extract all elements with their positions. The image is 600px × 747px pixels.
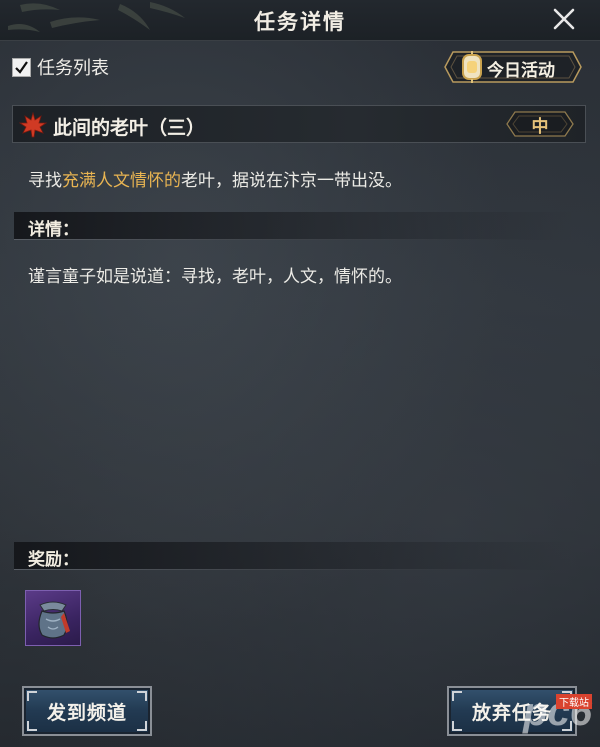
divider	[14, 569, 534, 570]
close-button[interactable]	[550, 5, 578, 33]
details-section-header: 详情：	[14, 212, 574, 240]
description-text: 寻找	[28, 171, 62, 191]
quest-name: 此间的老叶（三）	[53, 117, 206, 139]
close-icon	[553, 8, 575, 30]
quest-detail-panel: 任务详情 任务列表 今日活动 此间的老叶（三） 中 寻找充满人文情怀的老叶，据说…	[0, 0, 600, 747]
window-title: 任务详情	[254, 10, 346, 34]
daily-activity-button[interactable]: 今日活动	[441, 48, 583, 86]
send-button-label: 发到频道	[46, 702, 127, 724]
task-list-label: 任务列表	[37, 58, 109, 79]
task-list-toggle[interactable]: 任务列表	[12, 56, 109, 79]
description-highlight: 充满人文情怀的	[62, 171, 181, 191]
send-to-channel-button[interactable]: 发到频道	[22, 686, 152, 736]
details-text: 谨言童子如是说道：寻找，老叶，人文，情怀的。	[28, 267, 402, 287]
reward-item[interactable]	[25, 590, 81, 646]
quest-header: 此间的老叶（三） 中	[12, 105, 586, 143]
activity-label: 今日活动	[487, 61, 555, 81]
quest-description: 寻找充满人文情怀的老叶，据说在汴京一带出没。	[28, 166, 402, 191]
difficulty-label: 中	[531, 117, 549, 137]
lantern-icon	[462, 51, 482, 83]
details-heading: 详情：	[28, 220, 79, 240]
divider	[14, 239, 534, 240]
task-list-checkbox[interactable]	[12, 57, 31, 77]
checkmark-icon	[15, 60, 28, 74]
watermark-tag: 下载站	[556, 694, 592, 709]
rewards-heading: 奖励：	[28, 550, 79, 570]
maple-leaf-icon	[19, 112, 47, 138]
rewards-section-header: 奖励：	[14, 542, 574, 570]
description-text-end: 老叶，据说在汴京一带出没。	[181, 171, 402, 191]
difficulty-badge: 中	[505, 109, 575, 139]
pouch-icon	[38, 601, 70, 639]
watermark: pc6 下载站	[523, 690, 592, 735]
title-bar: 任务详情	[0, 0, 600, 41]
